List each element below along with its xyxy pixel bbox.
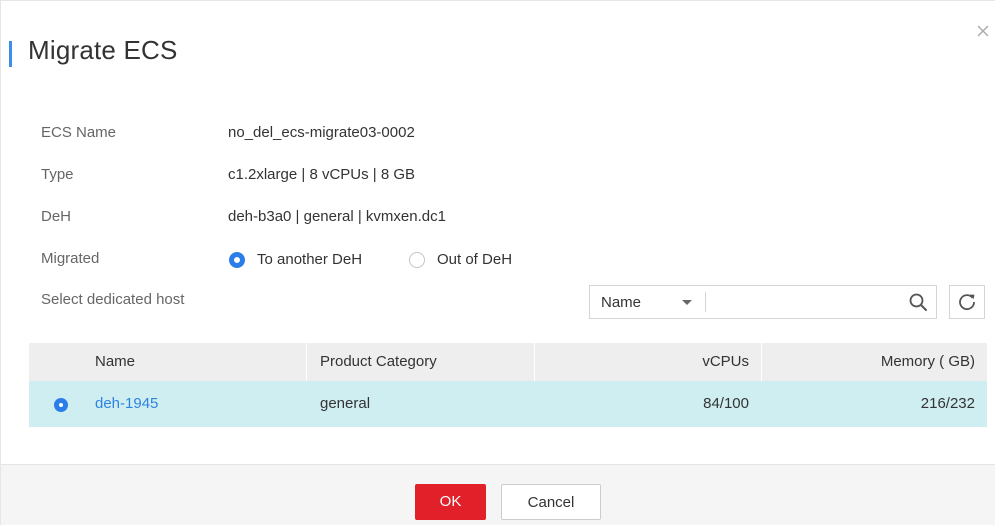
chevron-down-icon <box>682 300 692 305</box>
search-input[interactable] <box>707 287 901 319</box>
dialog-footer: OK Cancel <box>1 464 995 525</box>
radio-label-out-of-deh: Out of DeH <box>437 251 513 268</box>
radio-label-to-another-deh: To another DeH <box>257 251 363 268</box>
dedicated-host-table: Name Product Category vCPUs Memory ( GB)… <box>29 343 987 427</box>
radio-checked-indicator <box>229 251 245 268</box>
radio-out-of-deh[interactable]: Out of DeH <box>409 251 512 268</box>
table-header: Name Product Category vCPUs Memory ( GB) <box>29 343 987 381</box>
deh-label: DeH <box>41 208 72 225</box>
search-filter-value: Name <box>601 293 642 311</box>
host-vcpus: 84/100 <box>703 395 749 412</box>
radio-to-another-deh[interactable]: To another DeH <box>229 251 362 268</box>
ecs-name-value: no_del_ecs-migrate03-0002 <box>228 124 415 141</box>
column-separator <box>306 343 307 381</box>
close-icon[interactable] <box>973 21 993 41</box>
search-divider <box>705 292 706 312</box>
ecs-name-label: ECS Name <box>41 124 117 141</box>
migrated-label: Migrated <box>41 250 100 267</box>
type-label: Type <box>41 166 74 183</box>
migrate-ecs-dialog: Migrate ECS ECS Name no_del_ecs-migrate0… <box>0 0 995 525</box>
search-icon[interactable] <box>908 292 928 312</box>
type-value: c1.2xlarge | 8 vCPUs | 8 GB <box>228 166 416 183</box>
column-header-name: Name <box>95 353 136 370</box>
row-select-radio[interactable] <box>54 398 68 412</box>
title-accent-bar <box>9 41 12 67</box>
column-header-vcpus: vCPUs <box>702 353 749 370</box>
search-filter-select[interactable]: Name <box>590 286 705 318</box>
host-memory: 216/232 <box>920 395 975 412</box>
ok-button[interactable]: OK <box>415 484 486 520</box>
search-box: Name <box>589 285 937 319</box>
table-row[interactable]: deh-1945 general 84/100 216/232 <box>29 381 987 427</box>
host-name-link[interactable]: deh-1945 <box>95 381 158 427</box>
column-header-product-category: Product Category <box>320 353 437 370</box>
refresh-button[interactable] <box>949 285 985 319</box>
select-host-label: Select dedicated host <box>41 291 185 308</box>
radio-unchecked-indicator <box>409 251 425 268</box>
column-header-memory: Memory ( GB) <box>880 353 975 370</box>
dialog-title: Migrate ECS <box>28 35 178 65</box>
deh-value: deh-b3a0 | general | kvmxen.dc1 <box>228 208 446 225</box>
cancel-button[interactable]: Cancel <box>501 484 601 520</box>
refresh-icon <box>959 294 975 311</box>
host-category: general <box>320 395 371 412</box>
